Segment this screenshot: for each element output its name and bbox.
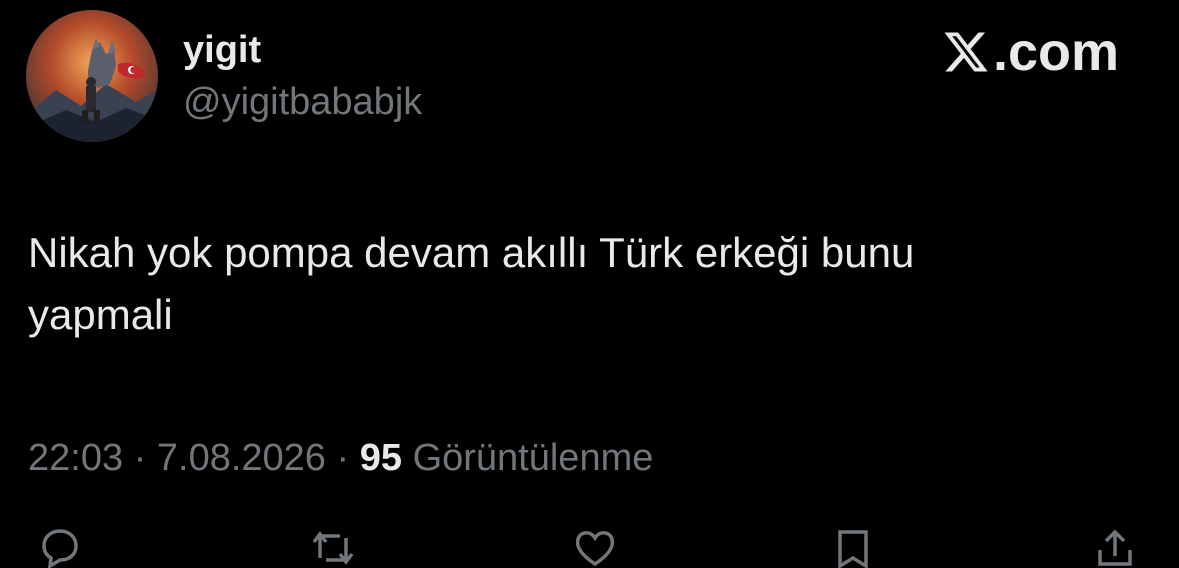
tweet-text: Nikah yok pompa devam akıllı Türk erkeği…	[28, 222, 1128, 346]
retweet-icon[interactable]	[310, 528, 356, 568]
tweet-meta: 22:03 · 7.08.2026 · 95 Görüntülenme	[28, 434, 653, 482]
share-icon[interactable]	[1092, 528, 1138, 568]
brand-label: .com	[992, 22, 1119, 82]
action-bar	[0, 518, 1179, 568]
reply-icon[interactable]	[36, 528, 82, 568]
brand-watermark: .com	[941, 24, 1119, 80]
meta-separator: ·	[133, 437, 147, 479]
wolf-soldier-avatar-icon	[26, 10, 158, 142]
like-icon[interactable]	[572, 528, 618, 568]
tweet-time[interactable]: 22:03	[28, 437, 123, 479]
tweet-card: yigit @yigitbababjk .com Nikah yok pompa…	[0, 0, 1179, 568]
views-label[interactable]: Görüntülenme	[413, 437, 654, 479]
author-display-name[interactable]: yigit	[183, 28, 261, 72]
tweet-text-line: Nikah yok pompa devam akıllı Türk erkeği…	[28, 229, 915, 276]
x-logo-icon	[944, 32, 988, 72]
tweet-date[interactable]: 7.08.2026	[157, 437, 326, 479]
views-count[interactable]: 95	[360, 437, 402, 479]
bookmark-icon[interactable]	[830, 528, 876, 568]
author-handle[interactable]: @yigitbababjk	[183, 80, 422, 124]
meta-separator: ·	[336, 437, 350, 479]
author-avatar[interactable]	[26, 10, 158, 142]
tweet-text-line: yapmali	[28, 291, 173, 338]
